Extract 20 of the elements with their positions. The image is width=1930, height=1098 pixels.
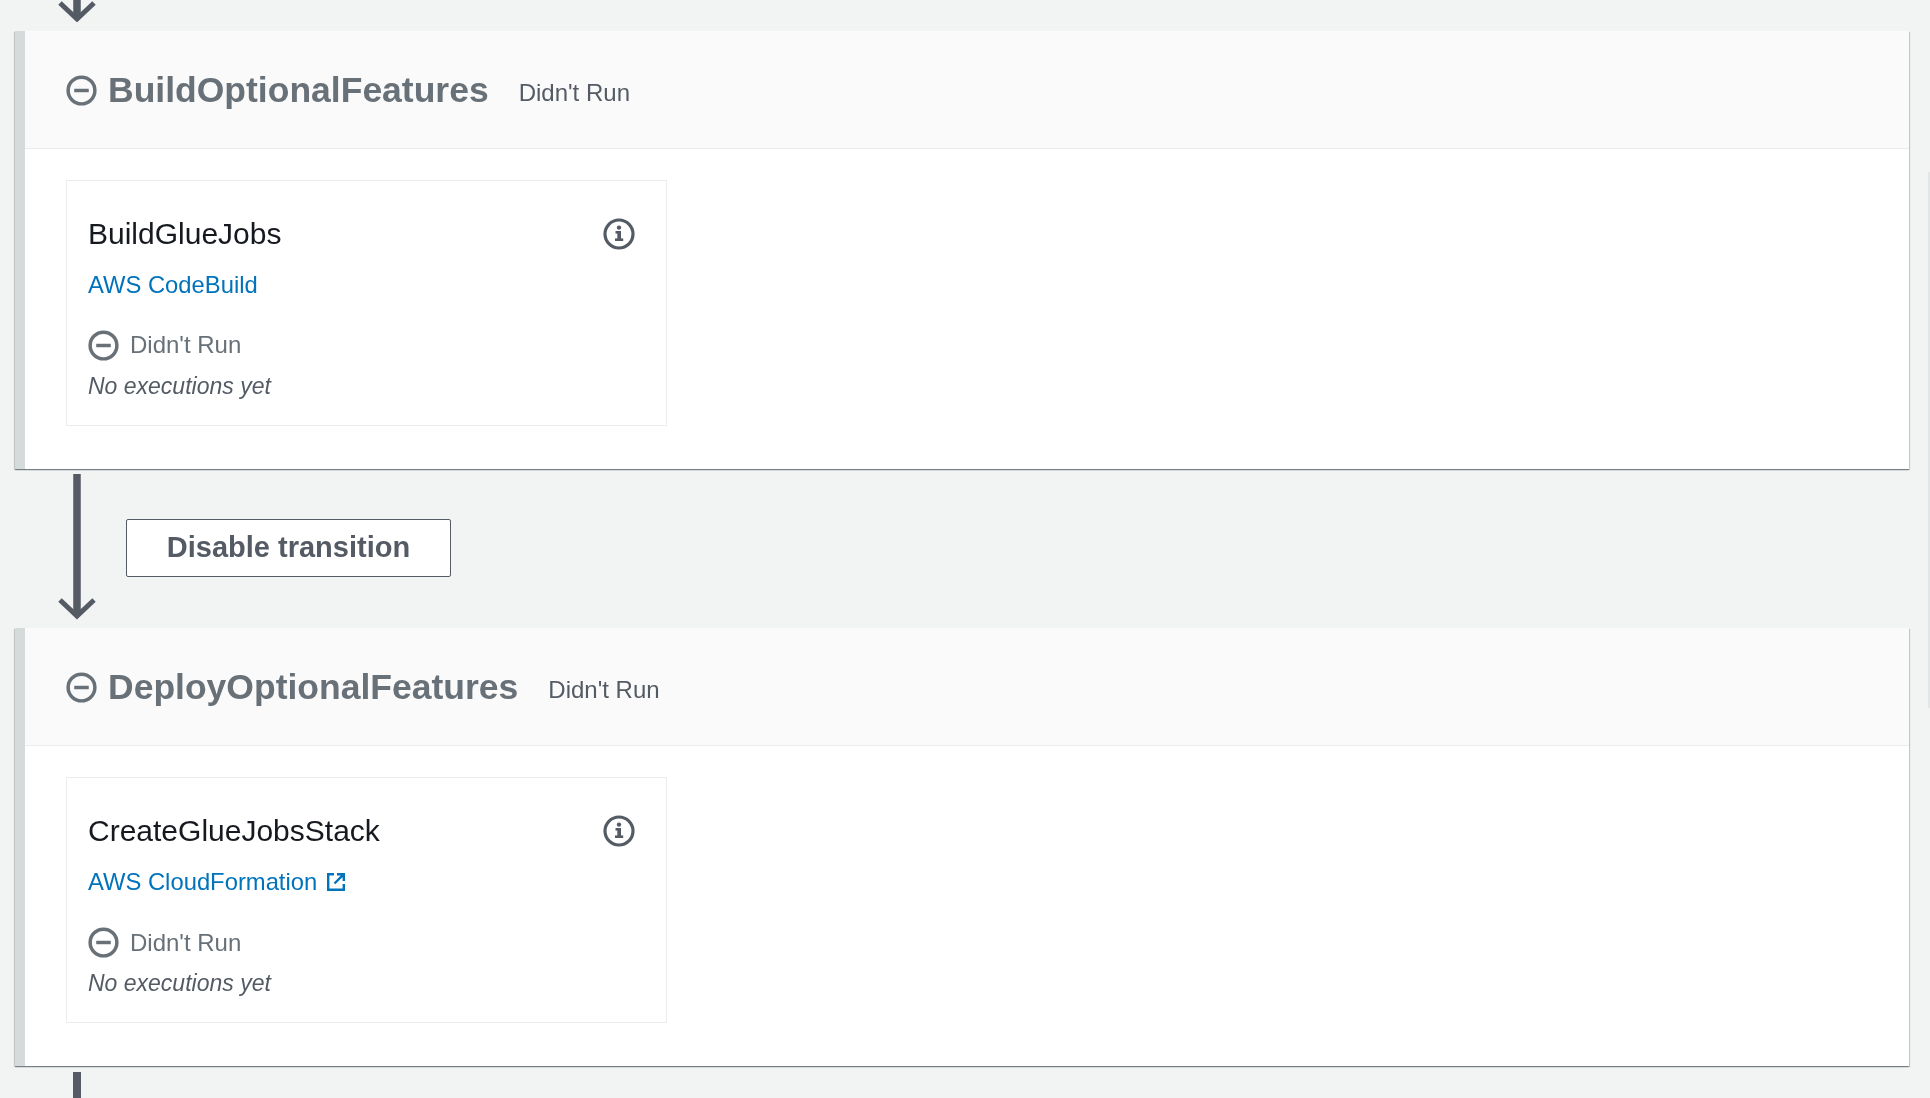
provider-link[interactable]: AWS CodeBuild xyxy=(88,270,258,299)
execution-note: No executions yet xyxy=(88,970,271,997)
minus-circle-icon xyxy=(66,672,97,704)
minus-circle-icon xyxy=(66,74,97,106)
minus-circle-icon xyxy=(88,927,119,959)
stage-status: Didn't Run xyxy=(518,77,630,107)
action-status: Didn't Run xyxy=(130,928,242,957)
provider-link[interactable]: AWS CloudFormation xyxy=(88,868,347,897)
stage-status: Didn't Run xyxy=(548,675,660,705)
stage-title: BuildOptionalFeatures xyxy=(108,69,489,111)
info-icon[interactable] xyxy=(603,815,635,848)
action-name: CreateGlueJobsStack xyxy=(88,814,380,849)
execution-note: No executions yet xyxy=(88,372,271,399)
minus-circle-icon xyxy=(88,329,119,361)
stage-title: DeployOptionalFeatures xyxy=(108,667,519,709)
external-link-icon xyxy=(326,872,347,893)
disable-transition-button[interactable]: Disable transition xyxy=(126,519,451,577)
action-name: BuildGlueJobs xyxy=(88,216,282,251)
action-status: Didn't Run xyxy=(130,331,242,360)
info-icon[interactable] xyxy=(603,217,635,250)
